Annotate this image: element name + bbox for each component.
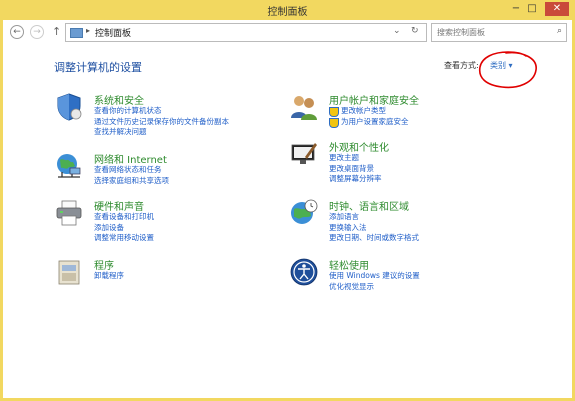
control-panel-window: 控制面板 − □ ✕ ← → ↑ ▸ 控制面板 ⌄ ↻ 搜索控制面板 ⌕ 调整计… (0, 0, 575, 401)
view-by-dropdown[interactable]: 类别 ▾ (490, 60, 513, 71)
ease-of-access-icon (290, 258, 318, 286)
users-icon (291, 96, 317, 120)
appearance-icon (291, 143, 317, 164)
link-date-time-format[interactable]: 更改日期、时间或数字格式 (329, 233, 419, 244)
link-mobility-settings[interactable]: 调整常用移动设置 (94, 233, 154, 244)
link-devices-printers[interactable]: 查看设备和打印机 (94, 212, 154, 223)
link-uninstall-program[interactable]: 卸载程序 (94, 271, 124, 282)
category-hardware-sound: 硬件和声音 查看设备和打印机 添加设备 调整常用移动设置 (54, 198, 284, 244)
forward-button[interactable]: → (30, 25, 44, 39)
link-windows-recommended-settings[interactable]: 使用 Windows 建议的设置 (329, 271, 420, 282)
maximize-button[interactable]: □ (525, 2, 539, 16)
category-title-user-accounts[interactable]: 用户帐户和家庭安全 (329, 92, 419, 107)
link-screen-resolution[interactable]: 调整屏幕分辨率 (329, 174, 382, 185)
category-title-system-security[interactable]: 系统和安全 (94, 92, 144, 107)
search-field[interactable]: 搜索控制面板 ⌕ (431, 23, 567, 42)
category-user-accounts: 用户帐户和家庭安全 更改帐户类型 为用户设置家庭安全 (289, 92, 539, 128)
control-panel-icon (70, 28, 83, 38)
back-button[interactable]: ← (10, 25, 24, 39)
link-add-device[interactable]: 添加设备 (94, 223, 154, 234)
category-title-appearance[interactable]: 外观和个性化 (329, 139, 389, 154)
category-title-hardware-sound[interactable]: 硬件和声音 (94, 198, 144, 213)
link-family-safety[interactable]: 为用户设置家庭安全 (329, 117, 409, 127)
network-globe-icon (57, 154, 81, 178)
view-by-label: 查看方式: (444, 61, 479, 70)
programs-icon (58, 260, 80, 285)
category-clock-language: 时钟、语言和区域 添加语言 更换输入法 更改日期、时间或数字格式 (289, 198, 539, 244)
breadcrumb-control-panel[interactable]: 控制面板 (95, 26, 131, 39)
category-ease-of-access: 轻松使用 使用 Windows 建议的设置 优化视觉显示 (289, 257, 539, 293)
address-field[interactable]: ▸ 控制面板 ⌄ ↻ (65, 23, 427, 42)
link-troubleshoot[interactable]: 查找并解决问题 (94, 127, 229, 138)
breadcrumb-separator: ▸ (86, 26, 91, 35)
link-add-language[interactable]: 添加语言 (329, 212, 419, 223)
link-file-history-backup[interactable]: 通过文件历史记录保存你的文件备份副本 (94, 117, 229, 128)
minimize-button[interactable]: − (509, 2, 523, 16)
title-bar: 控制面板 − □ ✕ (0, 0, 575, 20)
category-title-programs[interactable]: 程序 (94, 257, 114, 272)
link-change-theme[interactable]: 更改主题 (329, 153, 382, 164)
link-change-account-type[interactable]: 更改帐户类型 (329, 106, 409, 117)
category-system-security: 系统和安全 查看你的计算机状态 通过文件历史记录保存你的文件备份副本 查找并解决… (54, 92, 284, 138)
link-homegroup-sharing[interactable]: 选择家庭组和共享选项 (94, 176, 169, 187)
navigation-bar: ← → ↑ ▸ 控制面板 ⌄ ↻ 搜索控制面板 ⌕ (3, 20, 572, 46)
category-appearance: 外观和个性化 更改主题 更改桌面背景 调整屏幕分辨率 (289, 139, 539, 185)
link-desktop-background[interactable]: 更改桌面背景 (329, 164, 382, 175)
category-title-ease-of-access[interactable]: 轻松使用 (329, 257, 369, 272)
category-network-internet: 网络和 Internet 查看网络状态和任务 选择家庭组和共享选项 (54, 151, 284, 187)
close-button[interactable]: ✕ (545, 2, 569, 16)
category-programs: 程序 卸载程序 (54, 257, 284, 291)
printer-icon (56, 200, 82, 226)
category-title-clock-language[interactable]: 时钟、语言和区域 (329, 198, 409, 213)
up-button[interactable]: ↑ (52, 25, 61, 38)
link-view-computer-status[interactable]: 查看你的计算机状态 (94, 106, 229, 117)
page-heading: 调整计算机的设置 (54, 61, 142, 74)
link-network-status[interactable]: 查看网络状态和任务 (94, 165, 169, 176)
search-placeholder: 搜索控制面板 (437, 28, 485, 37)
category-title-network-internet[interactable]: 网络和 Internet (94, 151, 167, 166)
clock-globe-icon (291, 199, 318, 224)
window-title: 控制面板 (267, 7, 308, 18)
shield-icon (57, 93, 82, 121)
link-optimize-visual-display[interactable]: 优化视觉显示 (329, 282, 420, 293)
content-area: 调整计算机的设置 查看方式: 类别 ▾ 系统和安全 查看你的计算机状态 通过文件… (3, 45, 572, 398)
history-dropdown-icon[interactable]: ⌄ (393, 26, 401, 36)
refresh-icon[interactable]: ↻ (411, 26, 419, 36)
search-icon[interactable]: ⌕ (557, 26, 562, 36)
link-change-input-method[interactable]: 更换输入法 (329, 223, 419, 234)
